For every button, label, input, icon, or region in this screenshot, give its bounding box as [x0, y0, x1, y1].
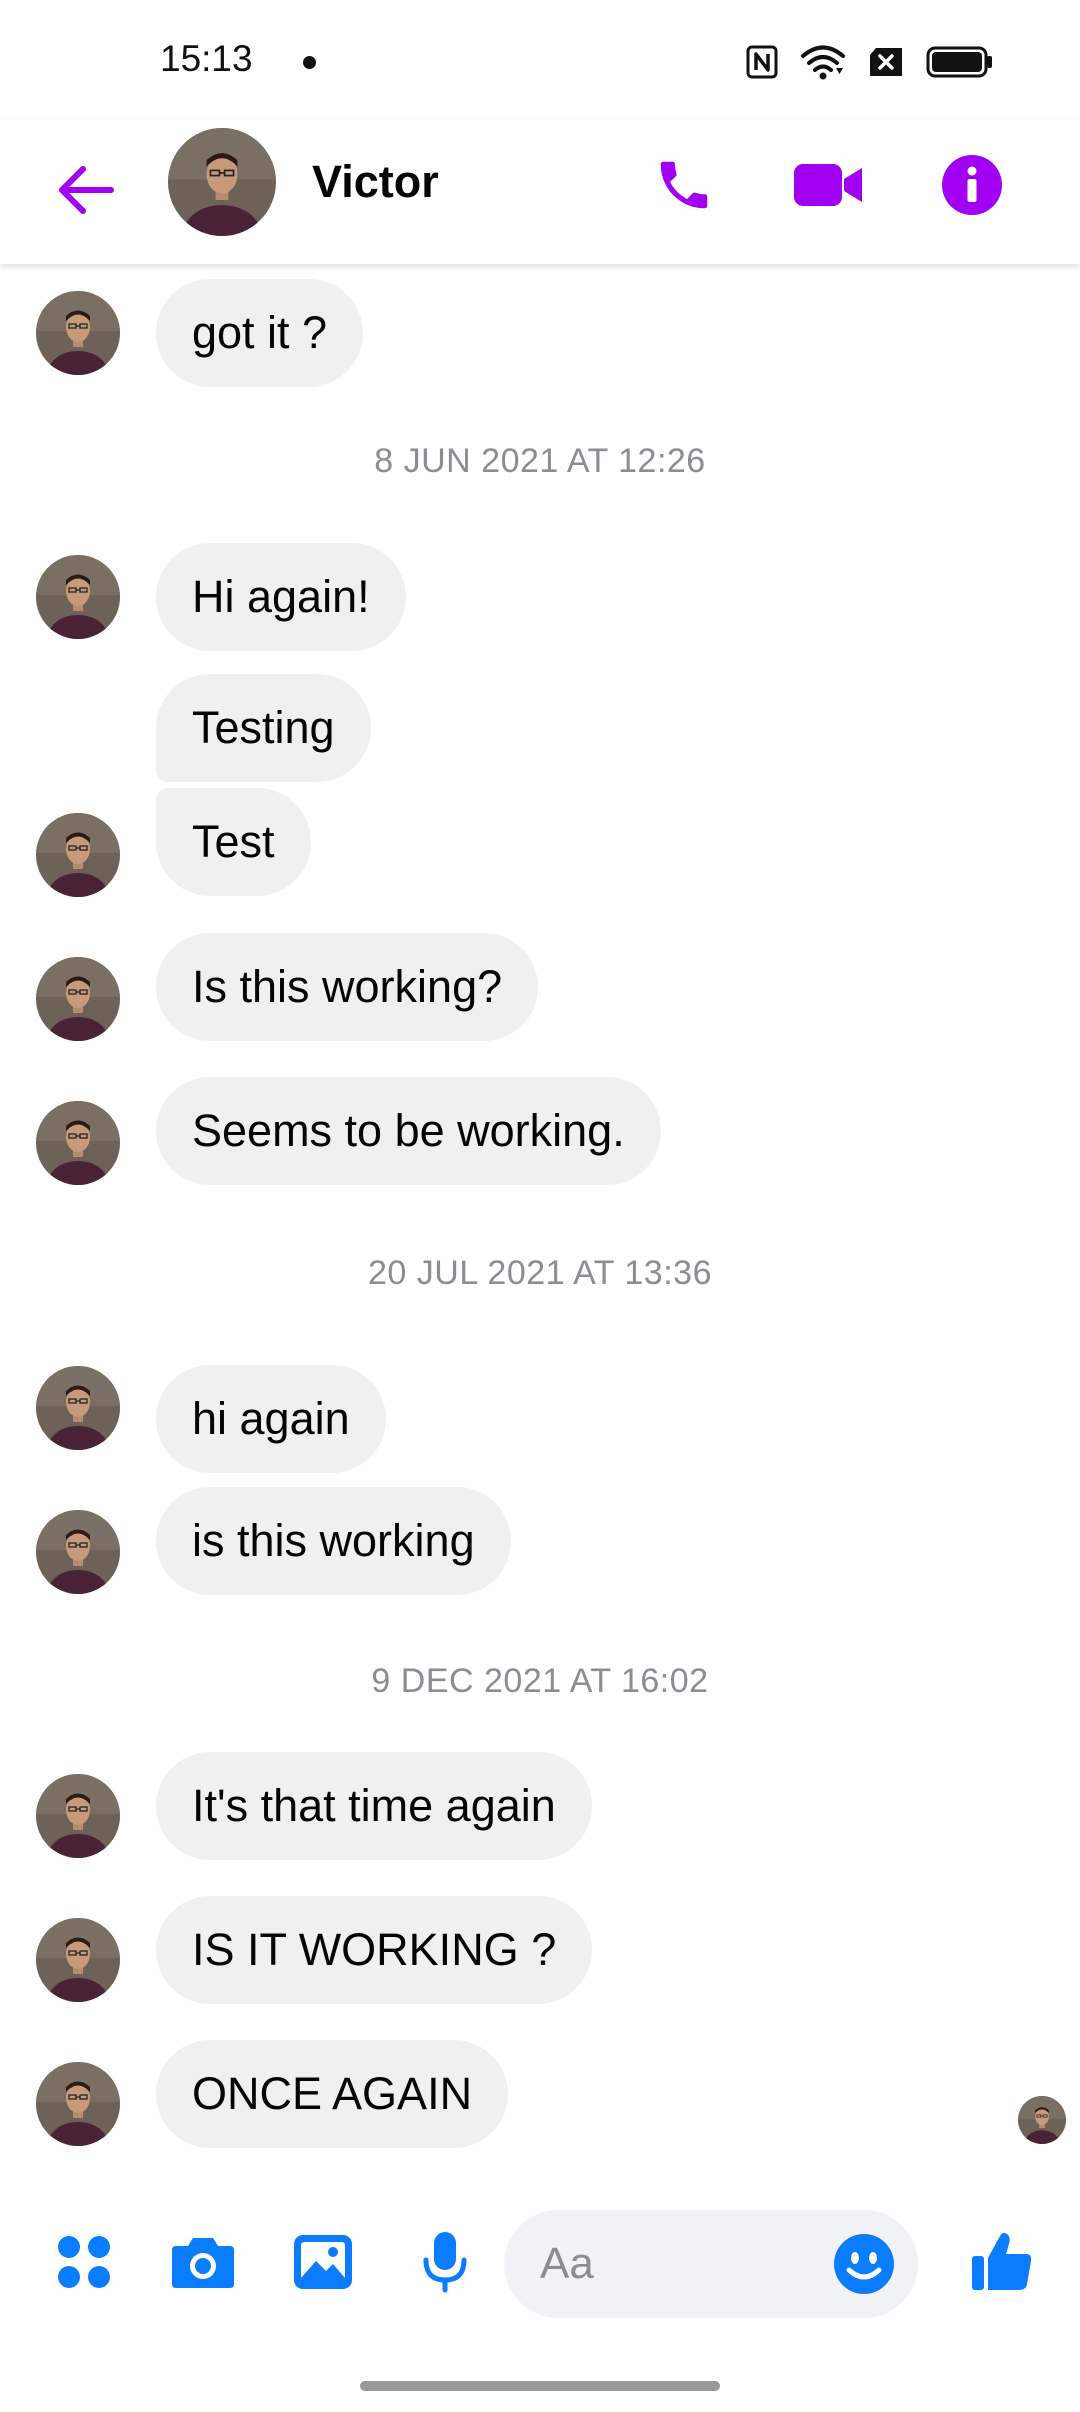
notification-dot-icon — [303, 56, 316, 69]
status-icons — [746, 40, 994, 84]
like-button[interactable] — [962, 2222, 1042, 2302]
date-separator: 20 JUL 2021 AT 13:36 — [368, 1254, 712, 1292]
sender-avatar[interactable] — [36, 2062, 120, 2146]
message-bubble[interactable]: got it ? — [156, 279, 364, 387]
camera-button[interactable] — [163, 2222, 243, 2302]
sender-avatar[interactable] — [36, 555, 120, 639]
message-text: It's that time again — [192, 1780, 556, 1831]
message-bubble[interactable]: is this working — [156, 1487, 511, 1595]
message-field[interactable] — [504, 2210, 918, 2318]
status-bar: 15:13 — [0, 0, 1080, 120]
emoji-icon[interactable] — [832, 2232, 896, 2296]
avatar-photo — [168, 128, 276, 236]
contact-name[interactable]: Victor — [312, 156, 439, 208]
message-text: is this working — [192, 1515, 475, 1566]
message-bubble[interactable]: Is this working? — [156, 933, 539, 1041]
message-bubble[interactable]: IS IT WORKING ? — [156, 1896, 593, 2004]
message-bubble[interactable]: Test — [156, 788, 311, 896]
battery-icon — [926, 46, 992, 78]
message-bubble[interactable]: ONCE AGAIN — [156, 2040, 509, 2148]
message-text: Testing — [192, 702, 335, 753]
gallery-button[interactable] — [283, 2222, 363, 2302]
audio-call-button[interactable] — [639, 140, 729, 230]
date-separator: 8 JUN 2021 AT 12:26 — [374, 442, 706, 480]
sender-avatar[interactable] — [36, 1918, 120, 2002]
conversation-header: Victor — [0, 120, 1080, 264]
message-text: Is this working? — [192, 961, 503, 1012]
status-time: 15:13 — [160, 38, 253, 79]
message-text: Hi again! — [192, 571, 370, 622]
sender-avatar[interactable] — [36, 957, 120, 1041]
sender-avatar[interactable] — [36, 1510, 120, 1594]
video-call-button[interactable] — [783, 140, 873, 230]
message-text: hi again — [192, 1393, 350, 1444]
date-separator: 9 DEC 2021 AT 16:02 — [371, 1662, 709, 1700]
phone-icon — [660, 161, 708, 209]
camera-icon — [172, 2238, 234, 2288]
message-bubble[interactable]: hi again — [156, 1365, 386, 1473]
sender-avatar[interactable] — [36, 813, 120, 897]
message-text: Test — [192, 816, 275, 867]
sender-avatar[interactable] — [36, 291, 120, 375]
grid-menu-icon — [58, 2236, 110, 2288]
message-composer — [0, 2194, 1080, 2334]
back-arrow-icon — [59, 166, 114, 214]
video-camera-icon — [794, 164, 862, 206]
contact-avatar[interactable] — [168, 128, 276, 236]
gallery-icon — [294, 2235, 352, 2289]
message-text: IS IT WORKING ? — [192, 1924, 557, 1975]
thumbs-up-icon — [972, 2232, 1032, 2290]
back-button[interactable] — [50, 150, 120, 230]
message-bubble[interactable]: It's that time again — [156, 1752, 592, 1860]
conversation-info-button[interactable] — [927, 140, 1017, 230]
message-bubble[interactable]: Hi again! — [156, 543, 406, 651]
message-bubble[interactable]: Seems to be working. — [156, 1077, 661, 1185]
voice-message-button[interactable] — [405, 2222, 485, 2302]
read-receipt-avatar — [1018, 2096, 1066, 2144]
home-indicator[interactable] — [360, 2381, 720, 2391]
message-text: ONCE AGAIN — [192, 2068, 473, 2119]
message-bubble[interactable]: Testing — [156, 674, 371, 782]
sender-avatar[interactable] — [36, 1366, 120, 1450]
message-input[interactable] — [540, 2210, 810, 2318]
message-text: got it ? — [192, 307, 328, 358]
sender-avatar[interactable] — [36, 1101, 120, 1185]
sender-avatar[interactable] — [36, 1774, 120, 1858]
more-actions-button[interactable] — [44, 2222, 124, 2302]
microphone-icon — [423, 2232, 467, 2293]
message-list[interactable]: got it ? 8 JUN 2021 AT 12:26 Hi again! T… — [0, 264, 1080, 2194]
nfc-icon — [746, 45, 778, 79]
message-text: Seems to be working. — [192, 1105, 625, 1156]
info-icon — [942, 155, 1002, 215]
no-sim-icon — [870, 48, 902, 76]
wifi-icon — [801, 45, 845, 80]
